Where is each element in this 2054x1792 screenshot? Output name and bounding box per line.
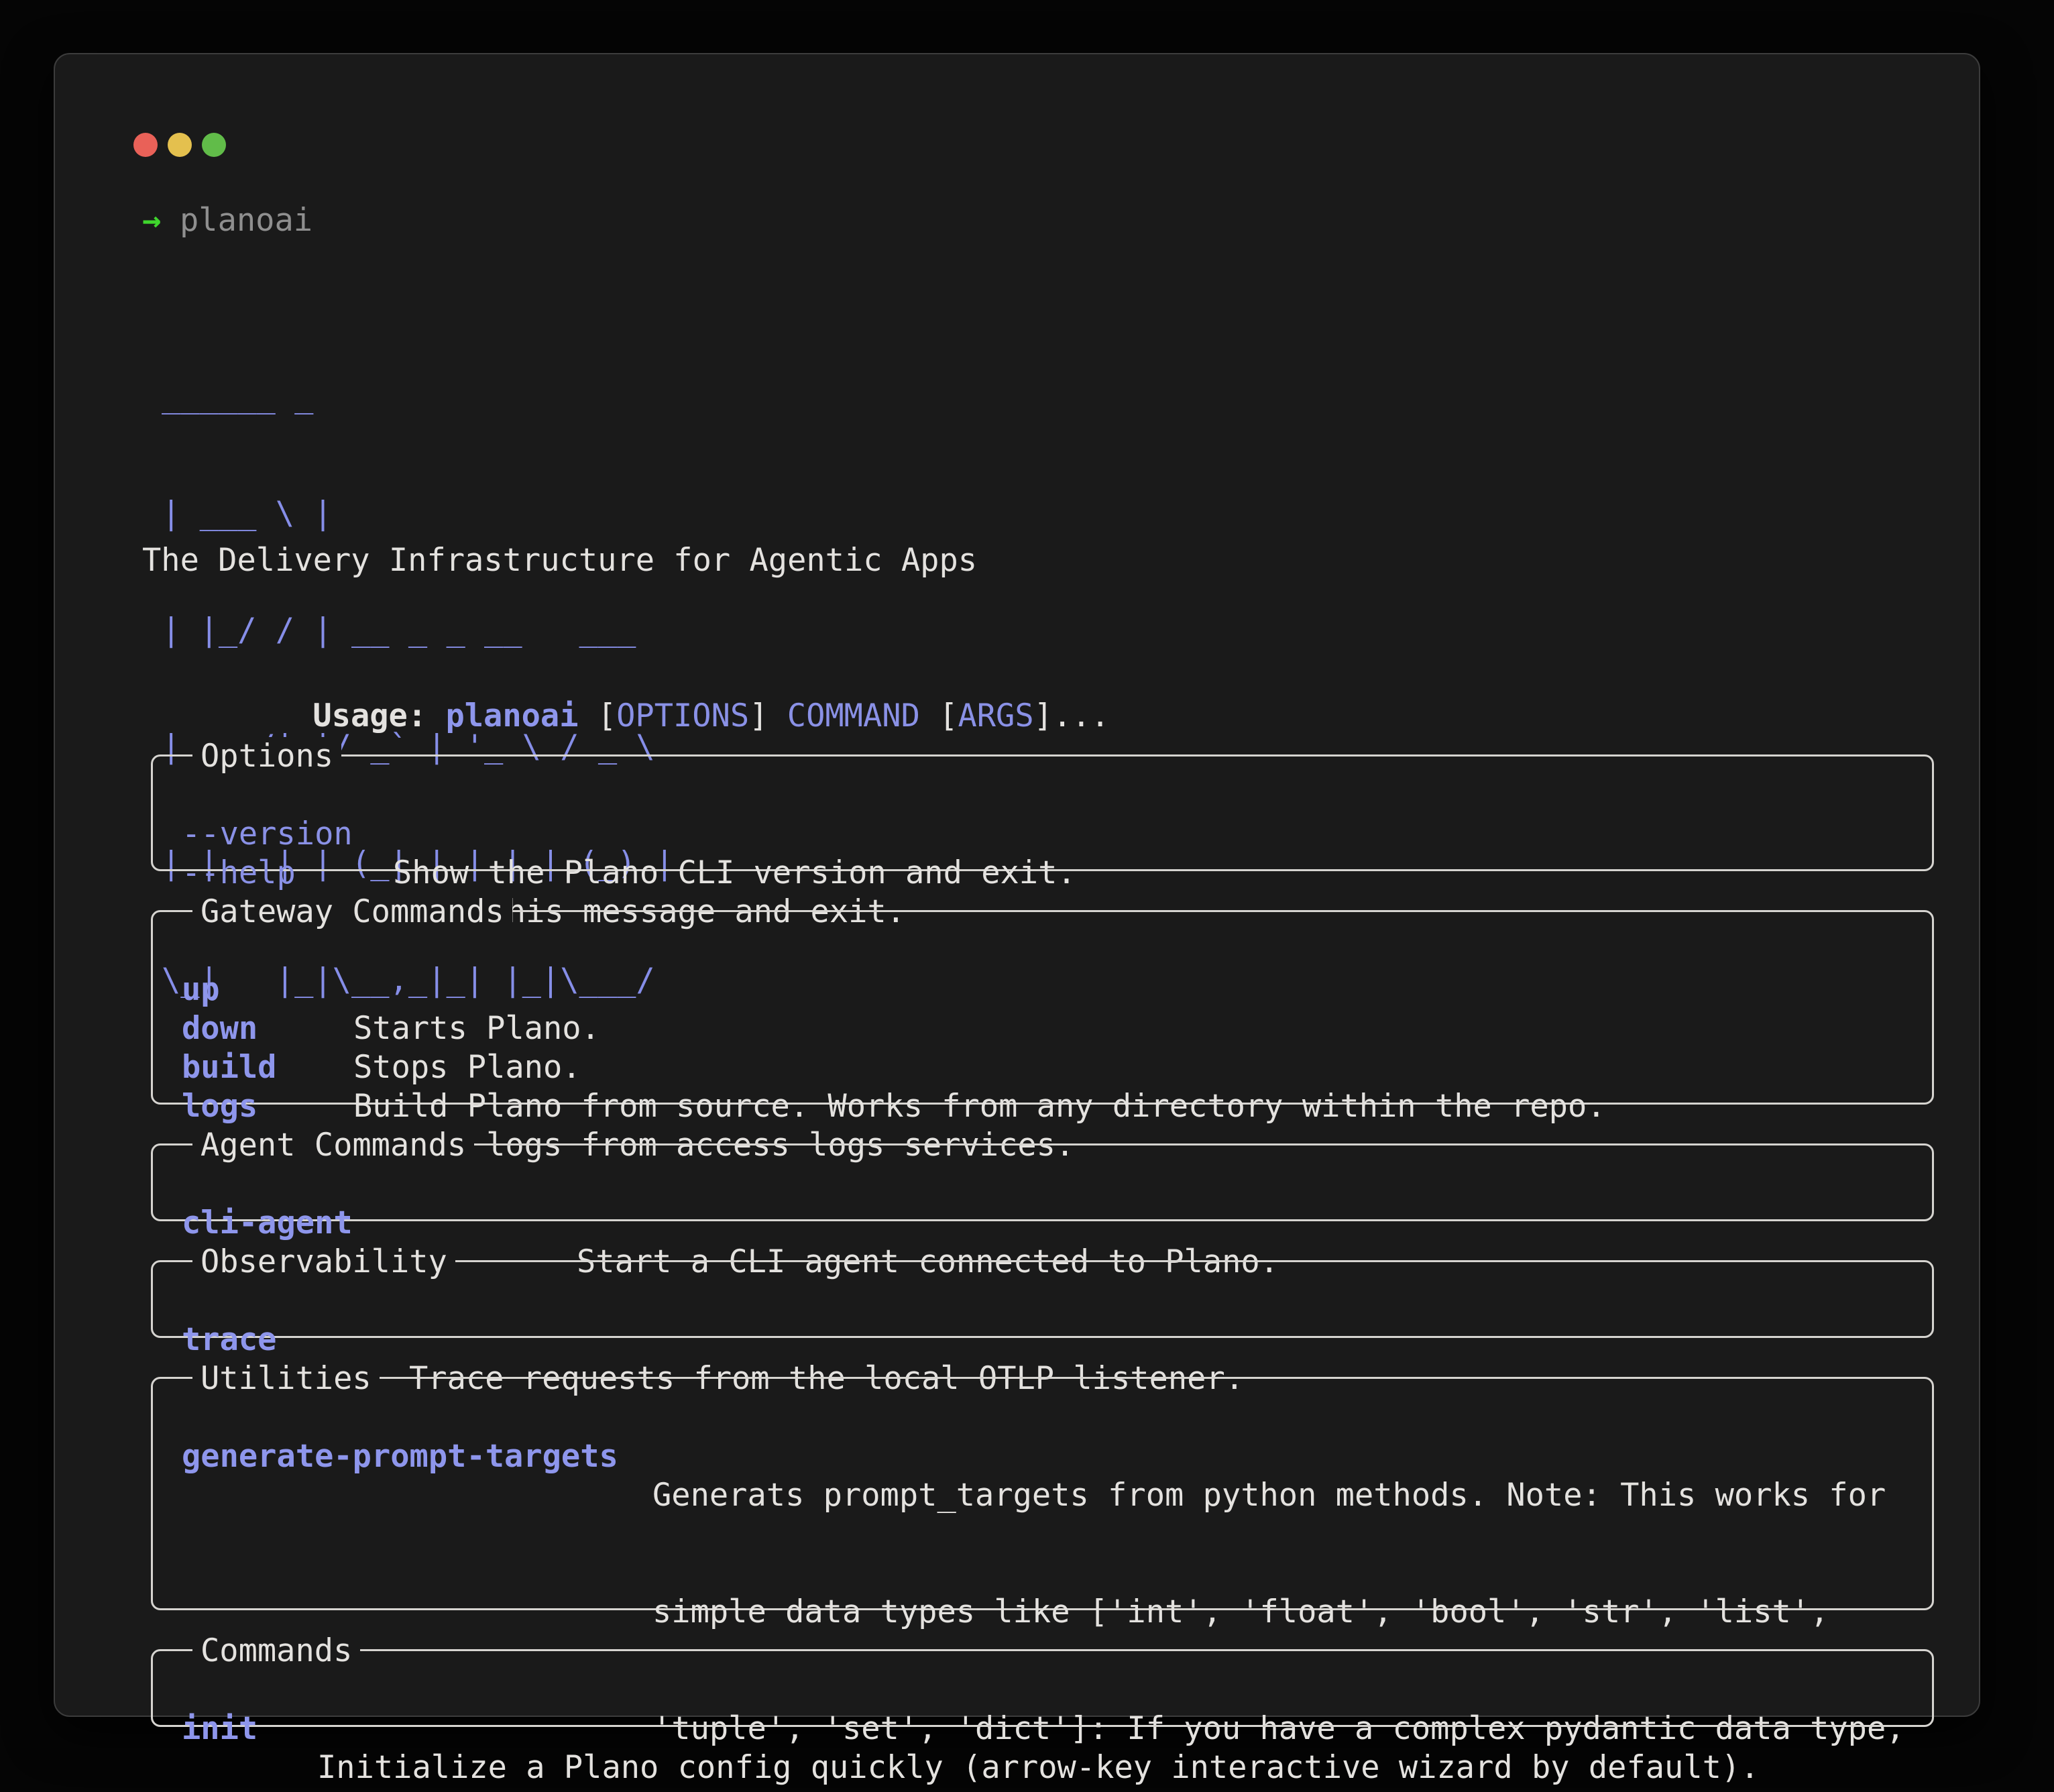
- usage-command: COMMAND: [787, 697, 939, 734]
- command-name: init: [182, 1710, 258, 1748]
- terminal-content[interactable]: → planoai ______ _ | ___ \ | | |_/ / | _…: [55, 54, 1979, 1716]
- command-description: Generats prompt_targets from python meth…: [652, 1398, 1905, 1792]
- command-row: up Starts Plano.: [153, 932, 1932, 970]
- panel-commands: Commands init Initialize a Plano config …: [151, 1649, 1934, 1727]
- panel-utilities: Utilities generate-prompt-targets Genera…: [151, 1377, 1934, 1610]
- command-name: logs: [182, 1087, 258, 1126]
- typed-command: planoai: [180, 201, 312, 240]
- command-row: cli-agent Start a CLI agent connected to…: [153, 1165, 1932, 1204]
- ascii-logo-line: | ___ \ |: [162, 494, 674, 533]
- description-line: Generats prompt_targets from python meth…: [652, 1476, 1905, 1515]
- usage-app-name: planoai: [445, 697, 597, 734]
- panel-commands-title: Commands: [192, 1632, 360, 1671]
- usage-bracket: [: [939, 697, 958, 734]
- panel-options: Options --version Show the Plano CLI ver…: [151, 754, 1934, 871]
- panel-observability: Observability trace Trace requests from …: [151, 1260, 1934, 1338]
- usage-label: Usage:: [312, 697, 445, 734]
- desktop-background: → planoai ______ _ | ___ \ | | |_/ / | _…: [0, 0, 2054, 1792]
- panel-observability-title: Observability: [192, 1243, 455, 1282]
- option-row: --help Show this message and exit.: [153, 815, 1932, 854]
- usage-ellipsis: ...: [1053, 697, 1110, 734]
- panel-agent-commands-title: Agent Commands: [192, 1126, 474, 1165]
- prompt-arrow-icon: →: [142, 201, 161, 240]
- description-line: simple data types like ['int', 'float', …: [652, 1593, 1905, 1632]
- panel-agent-commands: Agent Commands cli-agent Start a CLI age…: [151, 1143, 1934, 1221]
- ascii-logo-line: ______ _: [162, 378, 674, 416]
- command-row: down Stops Plano.: [153, 970, 1932, 1009]
- usage-args: ARGS: [958, 697, 1033, 734]
- terminal-window: → planoai ______ _ | ___ \ | | |_/ / | _…: [54, 53, 1980, 1717]
- panel-gateway-commands-title: Gateway Commands: [192, 893, 512, 932]
- command-description: Initialize a Plano config quickly (arrow…: [317, 1748, 1760, 1787]
- panel-utilities-title: Utilities: [192, 1359, 380, 1398]
- tagline: The Delivery Infrastructure for Agentic …: [142, 541, 977, 580]
- command-row: build Build Plano from source. Works fro…: [153, 1009, 1932, 1048]
- panel-gateway-commands: Gateway Commands up Starts Plano. down S…: [151, 910, 1934, 1105]
- usage-bracket: ]: [1034, 697, 1053, 734]
- option-flag: --help: [182, 854, 296, 893]
- command-row: logs Stream logs from access logs servic…: [153, 1048, 1932, 1087]
- command-row: init Initialize a Plano config quickly (…: [153, 1671, 1932, 1710]
- command-row: trace Trace requests from the local OTLP…: [153, 1282, 1932, 1321]
- ascii-logo-line: | |_/ / | __ _ _ __ ___: [162, 611, 674, 650]
- panel-options-title: Options: [192, 737, 341, 776]
- command-name: generate-prompt-targets: [182, 1437, 618, 1476]
- command-description: Build Plano from source. Works from any …: [353, 1087, 1606, 1126]
- option-row: --version Show the Plano CLI version and…: [153, 776, 1932, 815]
- usage-bracket: ]: [749, 697, 787, 734]
- usage-bracket: [: [597, 697, 616, 734]
- usage-options: OPTIONS: [616, 697, 749, 734]
- option-description: Show the Plano CLI version and exit.: [393, 854, 1076, 893]
- command-name: trace: [182, 1321, 276, 1359]
- command-name: cli-agent: [182, 1204, 353, 1243]
